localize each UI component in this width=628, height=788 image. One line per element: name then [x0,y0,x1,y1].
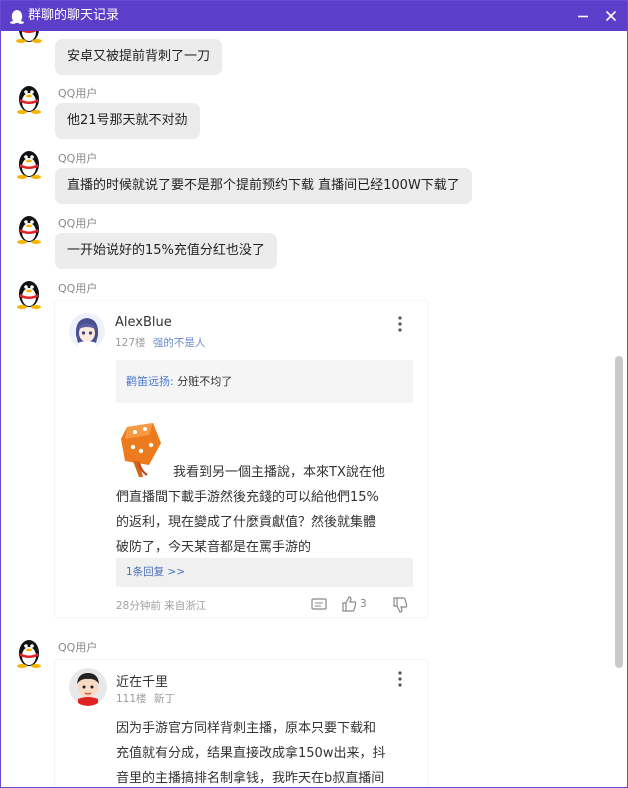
comment-body-line: 因为手游官方同样背刺主播，原本只要下载和 [116,721,377,736]
like-count: 3 [360,598,367,610]
more-options-icon[interactable] [395,670,405,688]
qq-penguin-avatar-icon[interactable] [15,149,43,179]
title-bar[interactable]: 群聊的聊天记录 [1,1,627,31]
thumbs-up-icon[interactable] [341,596,357,612]
qq-penguin-avatar-icon[interactable] [15,638,43,668]
forwarded-comment-card[interactable]: 近在千里 111楼 新丁 因为手游官方同样背刺主播，原本只要下载和 充值就有分成… [55,660,427,787]
quoted-reply[interactable]: 鹳笛远扬: 分赃不均了 [116,360,413,403]
comment-body-line: 們直播間下載手游然後充錢的可以給他們15% [116,490,379,505]
sender-name: QQ用户 [58,641,98,654]
window-title: 群聊的聊天记录 [28,8,120,23]
comment-body-line: 音里的主播搞排名制拿钱，我昨天在b叔直播间 [116,771,385,786]
qq-penguin-icon [10,10,24,24]
more-options-icon[interactable] [395,315,405,333]
user-avatar[interactable] [69,668,107,706]
view-replies-link[interactable]: 1条回复 >> [116,558,413,587]
message-bubble[interactable]: 直播的时候就说了要不是那个提前预约下载 直播间已经100W下载了 [55,168,472,204]
floor-number: 111楼 [116,693,147,705]
user-avatar[interactable] [69,313,105,349]
comment-icon[interactable] [311,598,327,612]
comment-body-line: 破防了，今天某音都是在罵手游的 [116,540,312,555]
quoted-username[interactable]: 鹳笛远扬: [126,375,174,388]
forwarded-comment-card[interactable]: AlexBlue 127楼 强的不是人 鹳笛远扬: 分赃不均了 我看到另一個主播… [55,301,427,617]
user-tag: 强的不是人 [152,337,206,349]
thumbs-down-icon[interactable] [392,597,408,613]
floor-number: 127楼 [115,337,146,349]
message-bubble[interactable]: 一开始说好的15%充值分红也没了 [55,233,277,269]
qq-penguin-avatar-icon[interactable] [15,84,43,114]
user-tag: 新丁 [153,693,175,705]
vertical-scrollbar[interactable] [615,356,623,668]
quoted-text: 分赃不均了 [173,375,233,388]
comment-body-line: 充值就有分成，结果直接改成拿150w出来，抖 [116,746,386,761]
sender-name: QQ用户 [58,282,98,295]
qq-penguin-avatar-icon[interactable] [15,279,43,309]
comment-time-location: 28分钟前 来自浙江 [116,600,207,612]
comment-body-line: 的返利，現在變成了什麼貢獻值？然後就集體 [116,515,377,530]
message-bubble[interactable]: 他21号那天就不对劲 [55,103,200,139]
chat-history-window: 群聊的聊天记录 安卓又被提前背刺了一刀 QQ用户 他21号那天就不对劲 QQ用户… [0,0,628,788]
comment-body-first-line: 我看到另一個主播說，本來TX說在他 [173,465,385,480]
sender-name: QQ用户 [58,217,98,230]
comment-meta: 111楼 新丁 [116,691,175,706]
qq-penguin-avatar-icon[interactable] [15,31,43,43]
message-bubble[interactable]: 安卓又被提前背刺了一刀 [55,39,223,75]
comment-username[interactable]: AlexBlue [115,315,172,330]
comment-meta: 127楼 强的不是人 [115,335,205,350]
sender-name: QQ用户 [58,87,98,100]
dice-sticker-image [121,423,161,477]
minimize-icon[interactable] [572,5,594,27]
qq-penguin-avatar-icon[interactable] [15,214,43,244]
comment-username[interactable]: 近在千里 [116,671,168,690]
sender-name: QQ用户 [58,152,98,165]
message-list[interactable]: 安卓又被提前背刺了一刀 QQ用户 他21号那天就不对劲 QQ用户 直播的时候就说… [1,31,627,787]
close-icon[interactable] [600,5,622,27]
